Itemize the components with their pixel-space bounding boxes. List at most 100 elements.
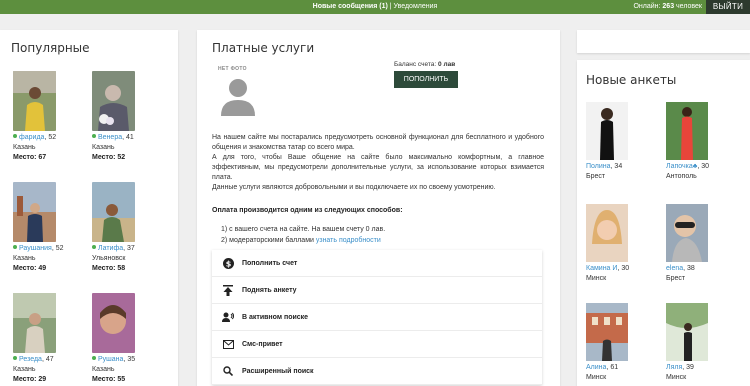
dollar-icon: $ [222, 257, 234, 269]
person-name[interactable]: Полина [586, 163, 611, 170]
online-dot [13, 134, 17, 138]
person-place: Место: 29 [13, 376, 47, 383]
person-name[interactable]: Раушания [19, 245, 52, 252]
details-link[interactable]: узнать подробности [316, 237, 381, 244]
upload-icon [222, 284, 234, 296]
person-age: , 38 [683, 265, 695, 272]
person-age: , 37 [123, 245, 135, 252]
menu-item-active-search[interactable]: В активном поиске [212, 304, 542, 331]
description-paragraph: А для того, чтобы Ваше общение на сайте … [212, 154, 544, 181]
new-profile[interactable]: Алина, 61 Минск [586, 303, 666, 381]
payment-option: 2) модераторскими баллами узнать подробн… [221, 235, 385, 246]
person-place: Место: 58 [92, 265, 126, 272]
popular-person[interactable]: Рушана, 35 Казань Место: 55 [92, 293, 162, 383]
person-city: Казань [13, 366, 36, 373]
topup-button[interactable]: ПОПОЛНИТЬ [394, 71, 458, 88]
popular-panel: Популярные фарида, 52 Казань Место: 67 В… [0, 30, 178, 386]
person-name[interactable]: фарида [19, 134, 44, 141]
popular-person[interactable]: Латифа, 37 Ульяновск Место: 58 [92, 182, 162, 272]
menu-label: Смс-привет [242, 340, 283, 348]
notifications-link[interactable]: Уведомления [394, 3, 438, 10]
person-name[interactable]: Резеда [19, 356, 42, 363]
search-icon [222, 365, 234, 377]
popular-person[interactable]: фарида, 52 Казань Место: 67 [13, 71, 83, 161]
profile-photo[interactable] [666, 303, 708, 361]
right-top-panel [577, 30, 750, 53]
person-city: Брест [586, 173, 606, 180]
person-age: , 52 [51, 245, 64, 252]
avatar-placeholder-icon [221, 76, 255, 121]
person-place: Место: 52 [92, 154, 126, 161]
paid-services-title: Платные услуги [212, 41, 315, 55]
online-dot [92, 245, 96, 249]
online-dot [92, 356, 96, 360]
profile-photo[interactable] [586, 102, 628, 160]
new-messages-link[interactable]: Новые сообщения (1) [313, 3, 388, 10]
paid-services-panel: Платные услуги НЕТ ФОТО Баланс счета: 0 … [197, 30, 560, 386]
svg-text:$: $ [225, 259, 231, 268]
person-name[interactable]: Камина И [586, 265, 617, 272]
person-age: , 34 [610, 163, 623, 170]
person-city: Минск [586, 374, 607, 381]
new-profile[interactable]: Ляля, 39 Минск [666, 303, 746, 381]
profile-photo[interactable] [666, 204, 708, 262]
person-name[interactable]: Алина [586, 364, 606, 371]
person-name[interactable]: elena [666, 265, 683, 272]
profile-photo[interactable] [13, 71, 56, 131]
person-name[interactable]: Венера [98, 134, 122, 141]
menu-item-topup[interactable]: $ Пополнить счет [212, 250, 542, 277]
new-profile[interactable]: Лапочка♣, 30 Антополь [666, 102, 746, 180]
online-dot [92, 134, 96, 138]
person-city: Минск [586, 275, 607, 282]
person-place: Место: 49 [13, 265, 47, 272]
profile-photo[interactable] [92, 293, 135, 353]
payment-title: Оплата производится одним из следующих с… [212, 207, 403, 214]
online-dot [13, 245, 17, 249]
person-age: , 47 [41, 356, 54, 363]
person-age: , 35 [123, 356, 136, 363]
person-name[interactable]: Латифа [98, 245, 123, 252]
person-name[interactable]: Рушана [98, 356, 123, 363]
profile-photo[interactable] [666, 102, 708, 160]
popular-title: Популярные [11, 41, 90, 55]
menu-item-advanced-search[interactable]: Расширенный поиск [212, 358, 542, 385]
balance-label: Баланс счета: [394, 61, 439, 68]
profile-photo[interactable] [92, 182, 135, 242]
person-age: , 41 [122, 134, 134, 141]
new-profile[interactable]: Полина, 34 Брест [586, 102, 666, 180]
new-profile[interactable]: elena, 38 Брест [666, 204, 746, 282]
person-name[interactable]: Лапочка♣ [666, 163, 697, 170]
profile-photo[interactable] [586, 303, 628, 361]
new-profile[interactable]: Камина И, 30 Минск [586, 204, 666, 282]
online-count: 263 [662, 3, 675, 10]
envelope-icon [222, 338, 234, 350]
online-prefix: Онлайн: [633, 3, 663, 10]
menu-item-raise-profile[interactable]: Поднять анкету [212, 277, 542, 304]
menu-label: В активном поиске [242, 313, 309, 321]
online-dot [13, 356, 17, 360]
person-age: , 30 [697, 163, 710, 170]
profile-photo[interactable] [13, 182, 56, 242]
person-age: , 61 [606, 364, 619, 371]
profile-photo[interactable] [586, 204, 628, 262]
exit-button[interactable]: ВЫЙТИ [706, 0, 750, 14]
menu-item-sms-hello[interactable]: Смс-привет [212, 331, 542, 358]
person-place: Место: 67 [13, 154, 47, 161]
profile-photo[interactable] [92, 71, 135, 131]
popular-person[interactable]: Венера, 41 Казань Место: 52 [92, 71, 162, 161]
person-name[interactable]: Ляля [666, 364, 682, 371]
no-photo-label: НЕТ ФОТО [218, 66, 247, 72]
person-city: Казань [92, 366, 115, 373]
services-menu: $ Пополнить счет Поднять анкету В активн… [212, 250, 542, 385]
popular-person[interactable]: Резеда, 47 Казань Место: 29 [13, 293, 83, 383]
person-city: Казань [92, 144, 115, 151]
person-age: , 52 [44, 134, 57, 141]
popular-person[interactable]: Раушания, 52 Казань Место: 49 [13, 182, 83, 272]
person-city: Ульяновск [92, 255, 126, 262]
person-place: Место: 55 [92, 376, 126, 383]
menu-label: Расширенный поиск [242, 367, 314, 375]
profile-photo[interactable] [13, 293, 56, 353]
menu-label: Поднять анкету [242, 286, 297, 294]
payment-option: 1) с вашего счета на сайте. На вашем сче… [221, 226, 386, 233]
online-suffix: человек [674, 3, 702, 10]
